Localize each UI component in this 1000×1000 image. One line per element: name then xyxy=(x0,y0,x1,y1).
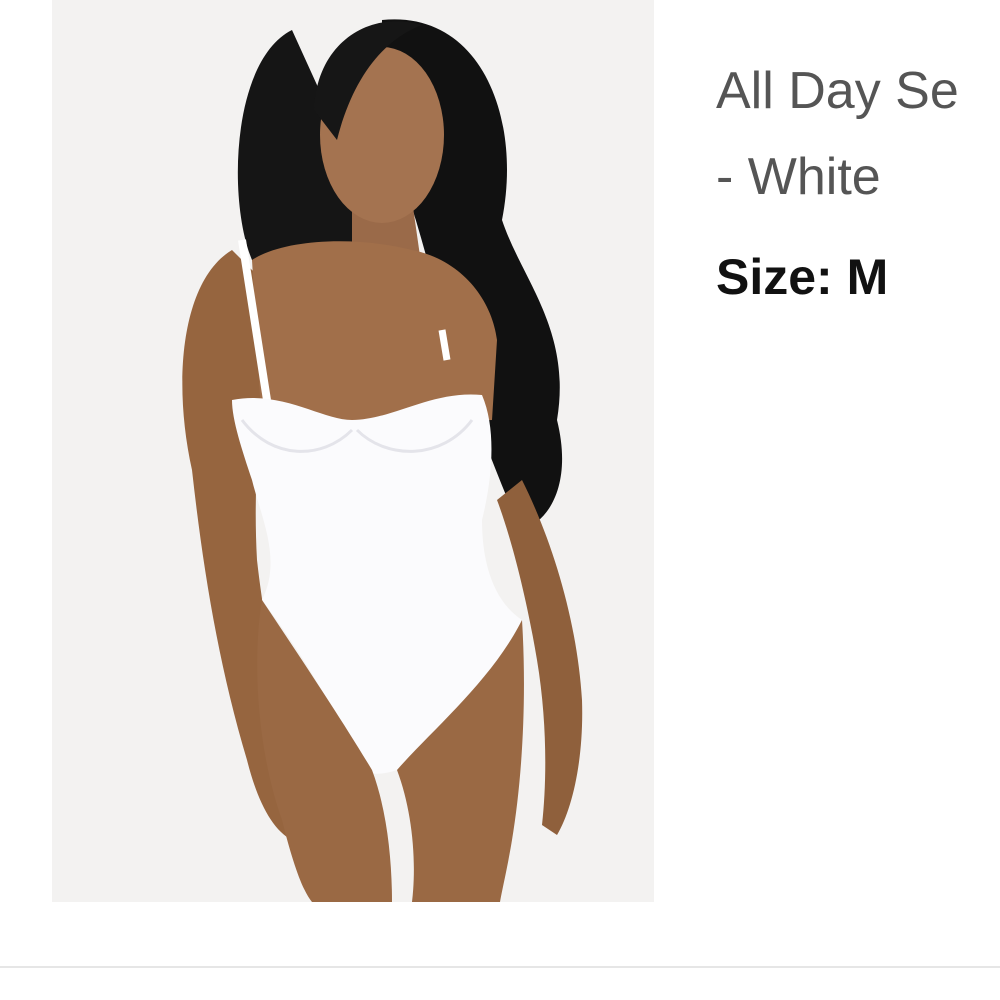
size-info: Size: M xyxy=(716,248,1000,306)
size-value: M xyxy=(846,249,889,305)
product-card: All Day Se - White Size: M xyxy=(0,0,1000,1000)
product-photo[interactable] xyxy=(52,0,654,902)
product-title-line-1: All Day Se xyxy=(716,62,959,120)
model-illustration xyxy=(52,0,654,902)
product-title-line-2: - White xyxy=(716,148,881,206)
section-divider xyxy=(0,966,1000,968)
size-label: Size: xyxy=(716,249,833,305)
product-title[interactable]: All Day Se - White xyxy=(716,48,1000,220)
product-details: All Day Se - White Size: M xyxy=(716,48,1000,306)
